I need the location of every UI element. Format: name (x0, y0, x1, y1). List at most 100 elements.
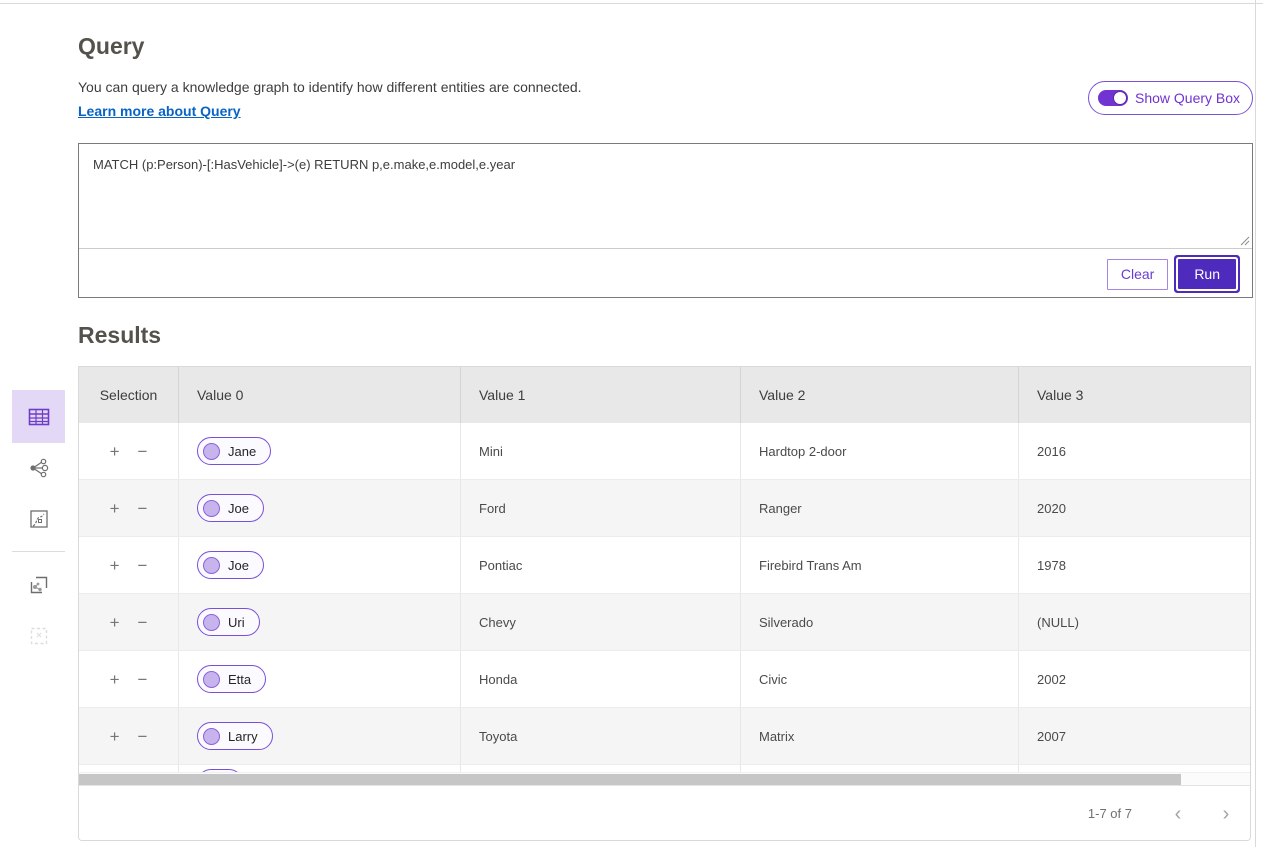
entity-pill[interactable]: Uri (197, 608, 260, 636)
entity-node-icon (203, 443, 220, 460)
selection-view-button-disabled (12, 609, 65, 662)
entity-pill[interactable]: Jane (197, 437, 271, 465)
resize-handle-icon[interactable] (1238, 233, 1250, 245)
table-row-partial (79, 765, 1250, 772)
value0-cell: Joe (179, 537, 461, 593)
entity-name: Larry (228, 729, 258, 744)
graph-view-button[interactable] (12, 441, 65, 494)
table-footer: 1-7 of 7 ‹ › (79, 785, 1250, 841)
value0-cell: Joe (179, 480, 461, 536)
table-view-button[interactable] (12, 390, 65, 443)
horizontal-scrollbar[interactable] (79, 772, 1250, 785)
value2-cell: Civic (741, 651, 1019, 707)
show-query-box-toggle[interactable]: Show Query Box (1088, 81, 1253, 115)
query-button-bar: Clear Run (79, 249, 1252, 299)
table-row: + − Joe Ford Ranger 2020 (79, 480, 1250, 537)
toggle-label: Show Query Box (1135, 90, 1240, 106)
toggle-switch-icon[interactable] (1098, 90, 1128, 106)
remove-from-selection-button[interactable]: − (136, 441, 150, 462)
table-icon (27, 405, 51, 429)
scrollbar-thumb[interactable] (79, 774, 1181, 785)
value2-cell: Matrix (741, 708, 1019, 764)
entity-node-icon (203, 500, 220, 517)
graph-frame-view-button[interactable] (12, 558, 65, 611)
table-row: + − Larry Toyota Matrix 2007 (79, 708, 1250, 765)
column-header-value0: Value 0 (179, 367, 461, 423)
graph-frame-icon (27, 573, 51, 597)
selection-cell: + − (79, 594, 179, 650)
value0-cell: Jane (179, 423, 461, 479)
value0-cell: Etta (179, 651, 461, 707)
route-map-icon (27, 507, 51, 531)
add-to-selection-button[interactable]: + (108, 726, 122, 747)
column-header-value1: Value 1 (461, 367, 741, 423)
value3-cell (1019, 765, 1250, 772)
selection-cell: + − (79, 708, 179, 764)
selection-box-icon (27, 624, 51, 648)
table-body: + − Jane Mini Hardtop 2-door 2016 + − (79, 423, 1250, 772)
selection-cell: + − (79, 480, 179, 536)
value2-cell: Silverado (741, 594, 1019, 650)
previous-page-button[interactable]: ‹ (1168, 804, 1188, 824)
value3-cell: 2007 (1019, 708, 1250, 764)
add-to-selection-button[interactable]: + (108, 498, 122, 519)
entity-pill[interactable]: Etta (197, 665, 266, 693)
add-to-selection-button[interactable]: + (108, 669, 122, 690)
column-header-value3: Value 3 (1019, 367, 1250, 423)
pagination-range: 1-7 of 7 (1088, 806, 1132, 821)
learn-more-link[interactable]: Learn more about Query (78, 103, 241, 119)
remove-from-selection-button[interactable]: − (136, 726, 150, 747)
value0-cell: Larry (179, 708, 461, 764)
route-view-button[interactable] (12, 492, 65, 545)
results-view-rail (12, 390, 65, 662)
entity-name: Jane (228, 444, 256, 459)
add-to-selection-button[interactable]: + (108, 612, 122, 633)
entity-name: Uri (228, 615, 245, 630)
remove-from-selection-button[interactable]: − (136, 498, 150, 519)
results-table: Selection Value 0 Value 1 Value 2 Value … (78, 366, 1251, 841)
right-divider (1255, 0, 1256, 847)
value1-cell (461, 765, 741, 772)
entity-pill[interactable]: Larry (197, 722, 273, 750)
value0-cell: Uri (179, 594, 461, 650)
top-divider (0, 3, 1263, 4)
add-to-selection-button[interactable]: + (108, 441, 122, 462)
column-header-selection: Selection (79, 367, 179, 423)
value3-cell: 2020 (1019, 480, 1250, 536)
query-input[interactable]: MATCH (p:Person)-[:HasVehicle]->(e) RETU… (79, 144, 1252, 247)
table-header-row: Selection Value 0 Value 1 Value 2 Value … (79, 367, 1250, 423)
entity-name: Etta (228, 672, 251, 687)
entity-pill[interactable]: Joe (197, 494, 264, 522)
value1-cell: Toyota (461, 708, 741, 764)
value2-cell: Ranger (741, 480, 1019, 536)
table-row: + − Jane Mini Hardtop 2-door 2016 (79, 423, 1250, 480)
toggle-knob (1113, 91, 1127, 105)
entity-name: Joe (228, 501, 249, 516)
value1-cell: Honda (461, 651, 741, 707)
remove-from-selection-button[interactable]: − (136, 555, 150, 576)
entity-node-icon (203, 671, 220, 688)
entity-node-icon (203, 728, 220, 745)
remove-from-selection-button[interactable]: − (136, 669, 150, 690)
selection-cell (79, 765, 179, 772)
entity-node-icon (203, 557, 220, 574)
table-row: + − Etta Honda Civic 2002 (79, 651, 1250, 708)
query-description: You can query a knowledge graph to ident… (78, 79, 582, 95)
value1-cell: Mini (461, 423, 741, 479)
clear-button[interactable]: Clear (1107, 259, 1168, 290)
add-to-selection-button[interactable]: + (108, 555, 122, 576)
value0-cell (179, 765, 461, 772)
value1-cell: Ford (461, 480, 741, 536)
entity-pill[interactable]: Joe (197, 551, 264, 579)
value3-cell: (NULL) (1019, 594, 1250, 650)
value3-cell: 2002 (1019, 651, 1250, 707)
value1-cell: Pontiac (461, 537, 741, 593)
remove-from-selection-button[interactable]: − (136, 612, 150, 633)
run-button[interactable]: Run (1178, 259, 1236, 289)
results-section-title: Results (78, 322, 161, 349)
selection-cell: + − (79, 537, 179, 593)
next-page-button[interactable]: › (1216, 804, 1236, 824)
entity-node-icon (203, 614, 220, 631)
value3-cell: 1978 (1019, 537, 1250, 593)
selection-cell: + − (79, 651, 179, 707)
